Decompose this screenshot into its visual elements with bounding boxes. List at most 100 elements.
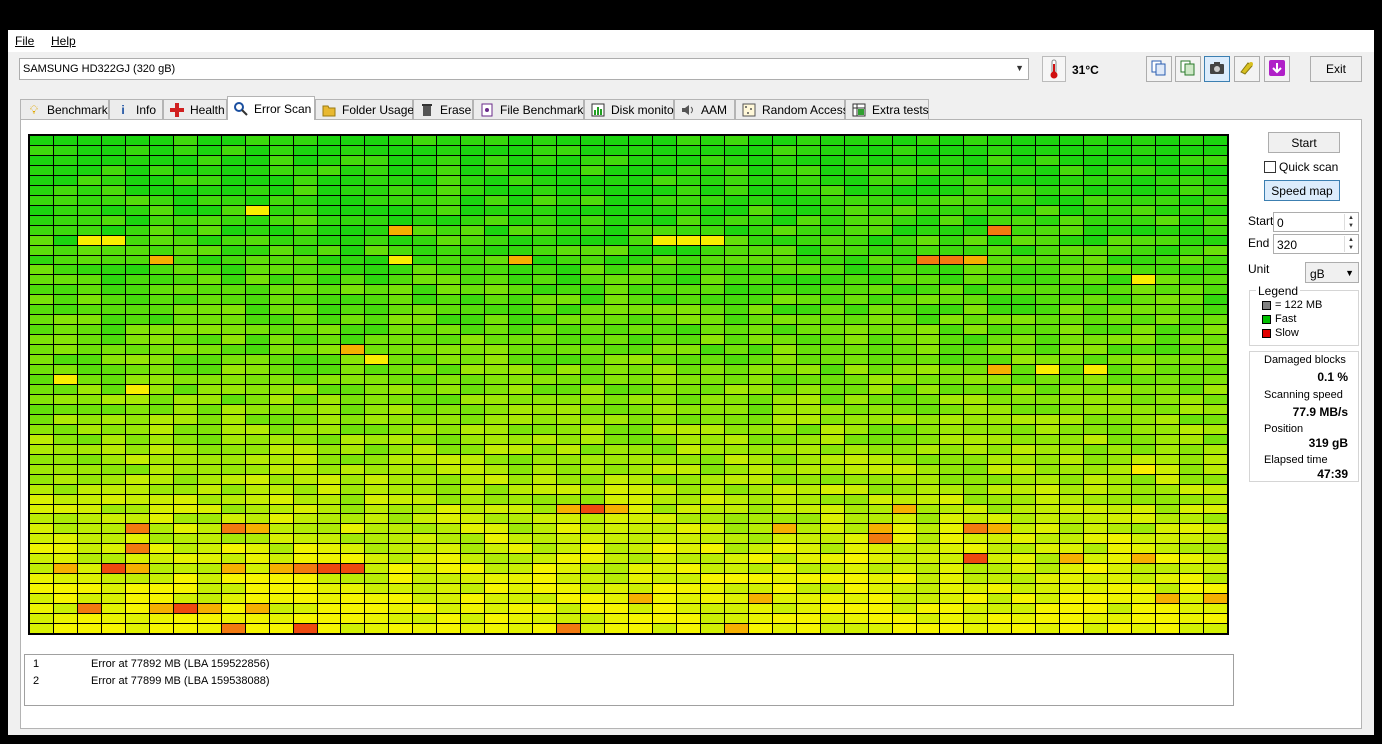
- scan-block: [317, 165, 341, 175]
- start-button[interactable]: Start: [1268, 132, 1340, 153]
- scan-block: [293, 564, 317, 574]
- scan-block: [1036, 285, 1060, 295]
- scan-block: [533, 594, 557, 604]
- scan-block: [413, 404, 437, 414]
- scan-block: [964, 355, 988, 365]
- scan-block: [772, 444, 796, 454]
- scan-block: [652, 614, 676, 624]
- drive-select[interactable]: SAMSUNG HD322GJ (320 gB) ▼: [19, 58, 1029, 80]
- scan-block: [892, 315, 916, 325]
- scan-block: [389, 624, 413, 633]
- scan-block: [245, 554, 269, 564]
- scan-block: [197, 494, 221, 504]
- scan-block: [101, 195, 125, 205]
- scan-block: [628, 175, 652, 185]
- menu-help[interactable]: Help: [51, 34, 76, 48]
- scan-block: [964, 394, 988, 404]
- scan-block: [533, 424, 557, 434]
- start-input[interactable]: 0 ▲ ▼: [1273, 212, 1359, 232]
- scan-block: [1036, 255, 1060, 265]
- scan-block: [197, 424, 221, 434]
- scan-block: [1108, 444, 1132, 454]
- scan-block: [1084, 444, 1108, 454]
- tab-disk-monitor[interactable]: Disk monitor: [584, 99, 678, 119]
- quick-scan-checkbox[interactable]: [1264, 161, 1276, 173]
- scan-block: [509, 335, 533, 345]
- scan-block: [652, 494, 676, 504]
- scan-block: [1108, 165, 1132, 175]
- scan-block: [485, 365, 509, 375]
- scan-block: [341, 454, 365, 464]
- scan-block: [940, 225, 964, 235]
- tab-benchmark[interactable]: 💡︎ Benchmark: [20, 99, 109, 119]
- scan-block: [748, 594, 772, 604]
- scan-block: [772, 494, 796, 504]
- scan-block: [772, 255, 796, 265]
- scan-block: [485, 494, 509, 504]
- scan-block: [317, 365, 341, 375]
- tab-info[interactable]: i Info: [109, 99, 163, 119]
- scan-block: [605, 365, 628, 375]
- scan-block: [1204, 454, 1227, 464]
- scan-block: [605, 614, 628, 624]
- scan-block: [365, 564, 389, 574]
- scan-block: [652, 255, 676, 265]
- exit-button[interactable]: Exit: [1310, 56, 1362, 82]
- scan-block: [269, 305, 293, 315]
- scan-block: [53, 385, 77, 394]
- scan-block: [317, 534, 341, 544]
- scan-block: [53, 325, 77, 335]
- spinner-arrows-icon[interactable]: ▲ ▼: [1344, 236, 1357, 252]
- tab-erase[interactable]: Erase: [413, 99, 473, 119]
- scan-block: [533, 175, 557, 185]
- scan-block: [916, 385, 940, 394]
- scan-block: [1204, 504, 1227, 514]
- scan-block: [940, 295, 964, 305]
- screenshot-button[interactable]: [1204, 56, 1230, 82]
- scan-block: [844, 136, 868, 145]
- scan-block: [341, 375, 365, 384]
- scan-block: [964, 285, 988, 295]
- tab-extra-tests[interactable]: Extra tests: [845, 99, 929, 119]
- scan-block: [125, 175, 149, 185]
- download-button[interactable]: [1264, 56, 1290, 82]
- copy-text-button[interactable]: [1146, 56, 1172, 82]
- tab-aam[interactable]: AAM: [674, 99, 735, 119]
- error-log-list[interactable]: 1 Error at 77892 MB (LBA 159522856) 2 Er…: [24, 654, 1234, 706]
- scan-block: [149, 474, 173, 484]
- list-item[interactable]: 2 Error at 77899 MB (LBA 159538088): [25, 675, 1233, 691]
- tab-random-access[interactable]: Random Access: [735, 99, 849, 119]
- menu-file[interactable]: File: [15, 34, 34, 48]
- unit-select[interactable]: gB ▼: [1305, 262, 1359, 283]
- scan-block: [1084, 235, 1108, 245]
- scan-block: [581, 175, 605, 185]
- tab-health[interactable]: Health: [163, 99, 227, 119]
- copy-image-button[interactable]: [1175, 56, 1201, 82]
- scan-block: [77, 235, 101, 245]
- tab-folder-usage[interactable]: Folder Usage: [315, 99, 414, 119]
- scan-block: [964, 614, 988, 624]
- scan-block: [533, 365, 557, 375]
- scan-block: [1180, 165, 1204, 175]
- end-input[interactable]: 320 ▲ ▼: [1273, 234, 1359, 254]
- save-tools-button[interactable]: [1234, 56, 1260, 82]
- scan-block: [437, 136, 461, 145]
- scan-block: [772, 195, 796, 205]
- scan-block: [1180, 325, 1204, 335]
- scan-block: [724, 524, 748, 534]
- spinner-arrows-icon[interactable]: ▲ ▼: [1344, 214, 1357, 230]
- scan-block: [1012, 474, 1036, 484]
- scan-block: [149, 494, 173, 504]
- list-item[interactable]: 1 Error at 77892 MB (LBA 159522856): [25, 658, 1233, 674]
- scan-block: [197, 594, 221, 604]
- scan-block: [1036, 155, 1060, 165]
- save-tools-icon: [1239, 60, 1255, 79]
- tab-error-scan[interactable]: Error Scan: [227, 96, 315, 120]
- scan-block: [413, 375, 437, 384]
- scan-block: [509, 345, 533, 355]
- scan-block: [964, 414, 988, 424]
- scan-block: [317, 235, 341, 245]
- scan-block: [461, 524, 485, 534]
- speed-map-button[interactable]: Speed map: [1264, 180, 1340, 201]
- tab-file-benchmark[interactable]: File Benchmark: [473, 99, 584, 119]
